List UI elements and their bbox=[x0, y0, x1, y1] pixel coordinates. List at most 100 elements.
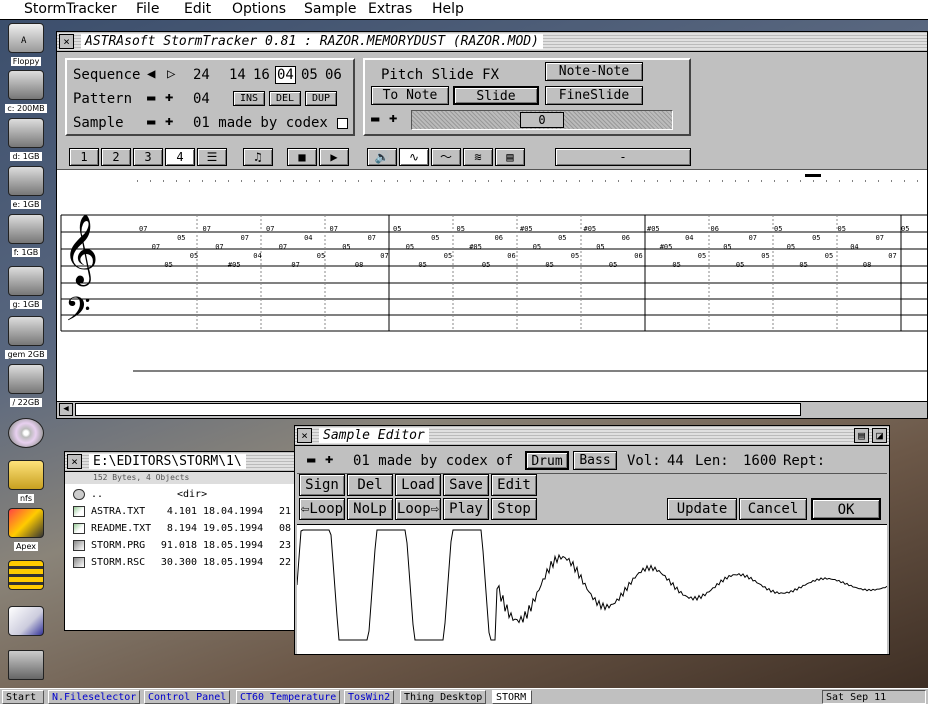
horizontal-scrollbar[interactable]: ◀ bbox=[57, 401, 927, 418]
file-row[interactable]: STORM.PRG 91.018 18.05.1994 23 bbox=[73, 538, 291, 553]
load-button[interactable]: Load bbox=[395, 474, 441, 496]
sequence-value-3[interactable]: 16 bbox=[253, 67, 270, 83]
sign-button[interactable]: Sign bbox=[299, 474, 345, 496]
wave-square-icon[interactable]: ∿ bbox=[399, 148, 429, 166]
file-row[interactable]: README.TXT 8.194 19.05.1994 08 bbox=[73, 521, 291, 536]
close-icon[interactable]: × bbox=[67, 454, 82, 469]
wave-sine-icon[interactable]: 〜 bbox=[431, 148, 461, 166]
desktop-icon-drive-c[interactable]: c: 200MB bbox=[3, 70, 49, 114]
play-button[interactable]: Play bbox=[443, 498, 489, 520]
desktop-icon-drive-g[interactable]: g: 1GB bbox=[3, 266, 49, 310]
stop-button[interactable]: Stop bbox=[491, 498, 537, 520]
play-icon[interactable]: ▶ bbox=[319, 148, 349, 166]
file-window-titlebar[interactable]: × E:\EDITORS\STORM\1\ bbox=[65, 452, 303, 472]
fx-plus-icon[interactable]: ✚ bbox=[389, 110, 397, 126]
menu-options[interactable]: Options bbox=[232, 1, 286, 17]
desktop-icon-trash[interactable] bbox=[3, 650, 49, 680]
track-3-button[interactable]: 3 bbox=[133, 148, 163, 166]
start-button[interactable]: Start bbox=[2, 690, 44, 704]
fx-minus-icon[interactable]: ▬ bbox=[371, 111, 379, 127]
menu-extras[interactable]: Extras bbox=[368, 1, 412, 17]
iconify-icon[interactable]: ▤ bbox=[854, 428, 869, 443]
keyboard-icon[interactable]: ▤ bbox=[495, 148, 525, 166]
pattern-dup-button[interactable]: DUP bbox=[305, 91, 337, 106]
menu-sample[interactable]: Sample bbox=[304, 1, 357, 17]
close-icon[interactable]: × bbox=[59, 34, 74, 49]
sequence-value-1[interactable]: 24 bbox=[193, 67, 210, 83]
sequence-value-5[interactable]: 05 bbox=[301, 67, 318, 83]
score-view[interactable]: 𝄞 𝄢 07 07 05 05 05 07 07 #05 07 04 07 07 07 04 05 07 05 0… bbox=[57, 171, 927, 399]
cancel-button[interactable]: Cancel bbox=[739, 498, 807, 520]
toolbar-field[interactable]: - bbox=[555, 148, 691, 166]
desktop-icon-film[interactable] bbox=[3, 560, 49, 590]
scroll-left-icon[interactable]: ◀ bbox=[59, 403, 73, 416]
pattern-plus-icon[interactable]: ✚ bbox=[165, 89, 173, 105]
desktop-icon-edit[interactable] bbox=[3, 606, 49, 636]
sequence-value-6[interactable]: 06 bbox=[325, 67, 342, 83]
sample-minus-icon[interactable]: ▬ bbox=[307, 452, 315, 468]
fx-slider-thumb[interactable]: 0 bbox=[520, 112, 564, 128]
task-thing-desktop[interactable]: Thing Desktop bbox=[400, 690, 487, 704]
edit-button[interactable]: Edit bbox=[491, 474, 537, 496]
pattern-value[interactable]: 04 bbox=[193, 91, 210, 107]
fineslide-button[interactable]: FineSlide bbox=[545, 86, 643, 105]
sample-plus-icon[interactable]: ✚ bbox=[165, 113, 173, 129]
stop-icon[interactable]: ■ bbox=[287, 148, 317, 166]
drum-tab[interactable]: Drum bbox=[525, 451, 569, 470]
speaker-icon[interactable]: 🔊 bbox=[367, 148, 397, 166]
bass-tab[interactable]: Bass bbox=[573, 451, 617, 470]
notes-icon[interactable]: ♫ bbox=[243, 148, 273, 166]
task-control-panel[interactable]: Control Panel bbox=[144, 690, 231, 704]
sample-checkbox[interactable] bbox=[337, 118, 348, 129]
sample-plus-icon[interactable]: ✚ bbox=[325, 451, 333, 467]
wave-noise-icon[interactable]: ≋ bbox=[463, 148, 493, 166]
desktop-icon-nfs[interactable]: nfs bbox=[3, 460, 49, 504]
sample-editor-titlebar[interactable]: × Sample Editor ▤ ◪ bbox=[295, 426, 889, 446]
file-row[interactable]: ASTRA.TXT 4.101 18.04.1994 21 bbox=[73, 504, 291, 519]
file-row[interactable]: STORM.RSC 30.300 18.05.1994 22 bbox=[73, 555, 291, 570]
desktop-icon-apex[interactable]: Apex bbox=[3, 508, 49, 552]
close-icon[interactable]: × bbox=[297, 428, 312, 443]
desktop-icon-floppy[interactable]: A Floppy bbox=[3, 23, 49, 67]
main-window-titlebar[interactable]: × ASTRAsoft StormTracker 0.81 : RAZOR.ME… bbox=[57, 32, 927, 52]
sequence-value-2[interactable]: 14 bbox=[229, 67, 246, 83]
noloop-button[interactable]: NoLp bbox=[347, 498, 393, 520]
desktop-icon-drive-f[interactable]: f: 1GB bbox=[3, 214, 49, 258]
track-4-button[interactable]: 4 bbox=[165, 148, 195, 166]
note-note-button[interactable]: Note-Note bbox=[545, 62, 643, 81]
waveform-view[interactable] bbox=[296, 524, 888, 654]
scrollbar-thumb[interactable] bbox=[75, 403, 801, 416]
sequence-value-selected[interactable]: 04 bbox=[275, 66, 296, 84]
desktop-icon-root[interactable]: / 22GB bbox=[3, 364, 49, 408]
task-ct60[interactable]: CT60 Temperature bbox=[236, 690, 341, 704]
sample-value[interactable]: 01 made by codex o bbox=[193, 115, 345, 131]
fx-slider-track[interactable]: 0 bbox=[411, 110, 673, 130]
to-note-button[interactable]: To Note bbox=[371, 86, 449, 105]
sample-minus-icon[interactable]: ▬ bbox=[147, 114, 155, 130]
task-storm[interactable]: STORM bbox=[492, 690, 532, 704]
menu-edit[interactable]: Edit bbox=[184, 1, 211, 17]
pattern-del-button[interactable]: DEL bbox=[269, 91, 301, 106]
desktop-icon-drive-e[interactable]: e: 1GB bbox=[3, 166, 49, 210]
save-button[interactable]: Save bbox=[443, 474, 489, 496]
pattern-ins-button[interactable]: INS bbox=[233, 91, 265, 106]
sequence-right-arrow-icon[interactable]: ▷ bbox=[167, 66, 175, 82]
menu-file[interactable]: File bbox=[136, 1, 159, 17]
desktop-icon-cd[interactable] bbox=[3, 418, 49, 448]
track-1-button[interactable]: 1 bbox=[69, 148, 99, 166]
task-toswin[interactable]: TosWin2 bbox=[344, 690, 395, 704]
menu-stormtracker[interactable]: StormTracker bbox=[24, 1, 117, 17]
sequence-left-arrow-icon[interactable]: ◀ bbox=[147, 66, 155, 82]
desktop-icon-drive-d[interactable]: d: 1GB bbox=[3, 118, 49, 162]
task-fileselector[interactable]: N.Fileselector bbox=[48, 690, 141, 704]
update-button[interactable]: Update bbox=[667, 498, 737, 520]
file-row-parent[interactable]: .. <dir> bbox=[73, 487, 207, 502]
slide-button[interactable]: Slide bbox=[453, 86, 539, 105]
pattern-minus-icon[interactable]: ▬ bbox=[147, 90, 155, 106]
fullscreen-icon[interactable]: ◪ bbox=[872, 428, 887, 443]
ok-button[interactable]: OK bbox=[811, 498, 881, 520]
loop-right-button[interactable]: Loop⇨ bbox=[395, 498, 441, 520]
desktop-icon-gem[interactable]: gem 2GB bbox=[3, 316, 49, 360]
loop-left-button[interactable]: ⇦Loop bbox=[299, 498, 345, 520]
menu-help[interactable]: Help bbox=[432, 1, 464, 17]
